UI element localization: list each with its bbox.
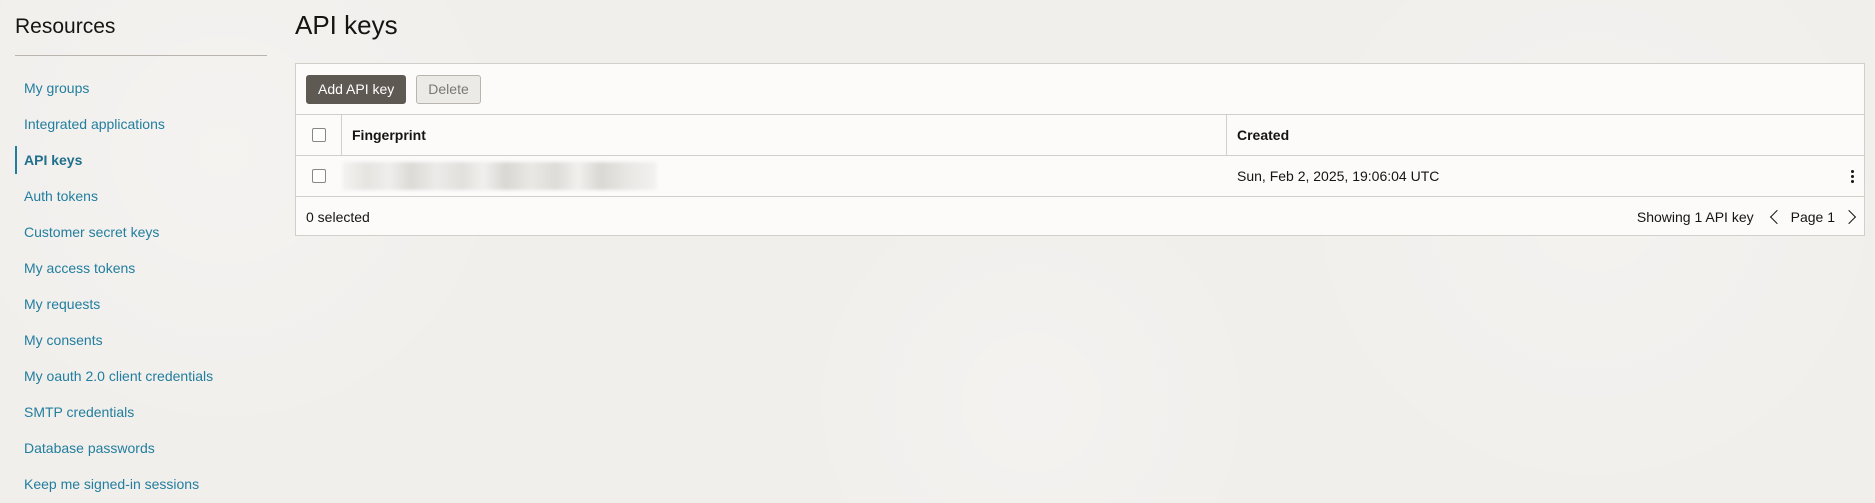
- page-indicator: Page 1: [1790, 209, 1835, 225]
- table-footer: 0 selected Showing 1 API key Page 1: [296, 197, 1864, 237]
- sidebar-item-auth-tokens[interactable]: Auth tokens: [15, 178, 267, 214]
- result-count: Showing 1 API key: [1636, 209, 1754, 225]
- sidebar-item-smtp-credentials[interactable]: SMTP credentials: [15, 394, 267, 430]
- created-cell: Sun, Feb 2, 2025, 19:06:04 UTC: [1237, 168, 1440, 184]
- select-all-cell: [296, 115, 342, 155]
- column-header-fingerprint[interactable]: Fingerprint: [342, 115, 1227, 155]
- sidebar-item-api-keys[interactable]: API keys: [15, 142, 267, 178]
- column-header-created[interactable]: Created: [1227, 115, 1864, 155]
- sidebar-item-database-passwords[interactable]: Database passwords: [15, 430, 267, 466]
- delete-button[interactable]: Delete: [416, 74, 481, 104]
- sidebar-item-customer-secret-keys[interactable]: Customer secret keys: [15, 214, 267, 250]
- page-title: API keys: [295, 10, 398, 40]
- fingerprint-cell: [342, 156, 1227, 196]
- redacted-fingerprint: [342, 162, 657, 190]
- resources-sidebar: Resources My groups Integrated applicati…: [15, 0, 267, 502]
- sidebar-title: Resources: [15, 15, 116, 38]
- sidebar-item-my-groups[interactable]: My groups: [15, 70, 267, 106]
- sidebar-item-my-access-tokens[interactable]: My access tokens: [15, 250, 267, 286]
- table-toolbar: Add API key Delete: [296, 64, 1864, 115]
- sidebar-item-integrated-applications[interactable]: Integrated applications: [15, 106, 267, 142]
- table-row: Sun, Feb 2, 2025, 19:06:04 UTC: [296, 156, 1864, 197]
- kebab-menu-icon: [1850, 169, 1854, 183]
- add-api-key-button[interactable]: Add API key: [306, 74, 407, 104]
- sidebar-item-my-consents[interactable]: My consents: [15, 322, 267, 358]
- selected-count: 0 selected: [306, 209, 370, 225]
- sidebar-item-oauth-client-credentials[interactable]: My oauth 2.0 client credentials: [15, 358, 267, 394]
- select-all-checkbox[interactable]: [311, 128, 326, 142]
- table-header: Fingerprint Created: [296, 115, 1864, 156]
- sidebar-item-keep-me-signed-in-sessions[interactable]: Keep me signed-in sessions: [15, 466, 267, 502]
- api-keys-panel: Add API key Delete Fingerprint Created S…: [295, 63, 1865, 236]
- sidebar-nav: My groups Integrated applications API ke…: [15, 70, 267, 502]
- sidebar-item-my-requests[interactable]: My requests: [15, 286, 267, 322]
- row-actions-button[interactable]: [1840, 156, 1864, 196]
- pagination: Showing 1 API key Page 1: [1636, 209, 1857, 225]
- row-select-checkbox[interactable]: [312, 169, 326, 183]
- chevron-left-icon[interactable]: [1769, 209, 1784, 225]
- chevron-right-icon[interactable]: [1841, 209, 1857, 225]
- sidebar-divider: [15, 55, 267, 56]
- row-select-cell: [296, 156, 342, 196]
